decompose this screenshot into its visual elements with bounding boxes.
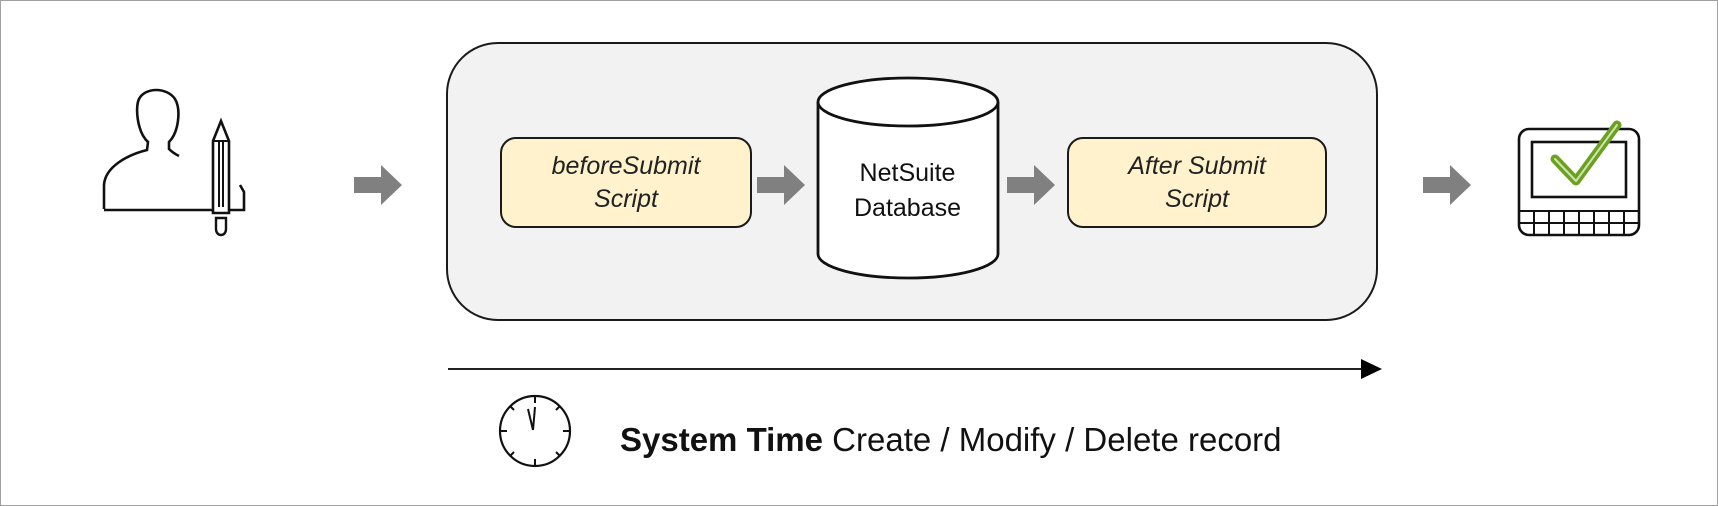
after-submit-line1: After Submit: [1128, 151, 1266, 180]
before-submit-line2: Script: [594, 184, 658, 213]
database-label: NetSuite Database: [817, 156, 998, 226]
before-submit-script-box: beforeSubmit Script: [500, 137, 752, 228]
system-time-label: System Time: [620, 421, 823, 458]
database-line1: NetSuite: [859, 159, 956, 187]
arrow-right-icon: [354, 165, 402, 205]
device-checkmark-icon: [1517, 120, 1641, 237]
diagram: beforeSubmit Script NetSuite Database Aft…: [0, 0, 1718, 506]
database-line2: Database: [853, 194, 962, 222]
arrow-right-icon: [757, 165, 805, 205]
system-time-caption: System Time Create / Modify / Delete rec…: [620, 421, 1282, 459]
after-submit-script-box: After Submit Script: [1067, 137, 1327, 228]
before-submit-line1: beforeSubmit: [551, 151, 701, 180]
user-edit-icon: [102, 88, 246, 237]
clock-icon: [498, 394, 572, 468]
timeline-arrow: [448, 359, 1382, 379]
record-actions-label: Create / Modify / Delete record: [823, 421, 1282, 458]
arrow-right-icon: [1423, 165, 1471, 205]
after-submit-line2: Script: [1165, 184, 1229, 213]
arrow-right-icon: [1007, 165, 1055, 205]
